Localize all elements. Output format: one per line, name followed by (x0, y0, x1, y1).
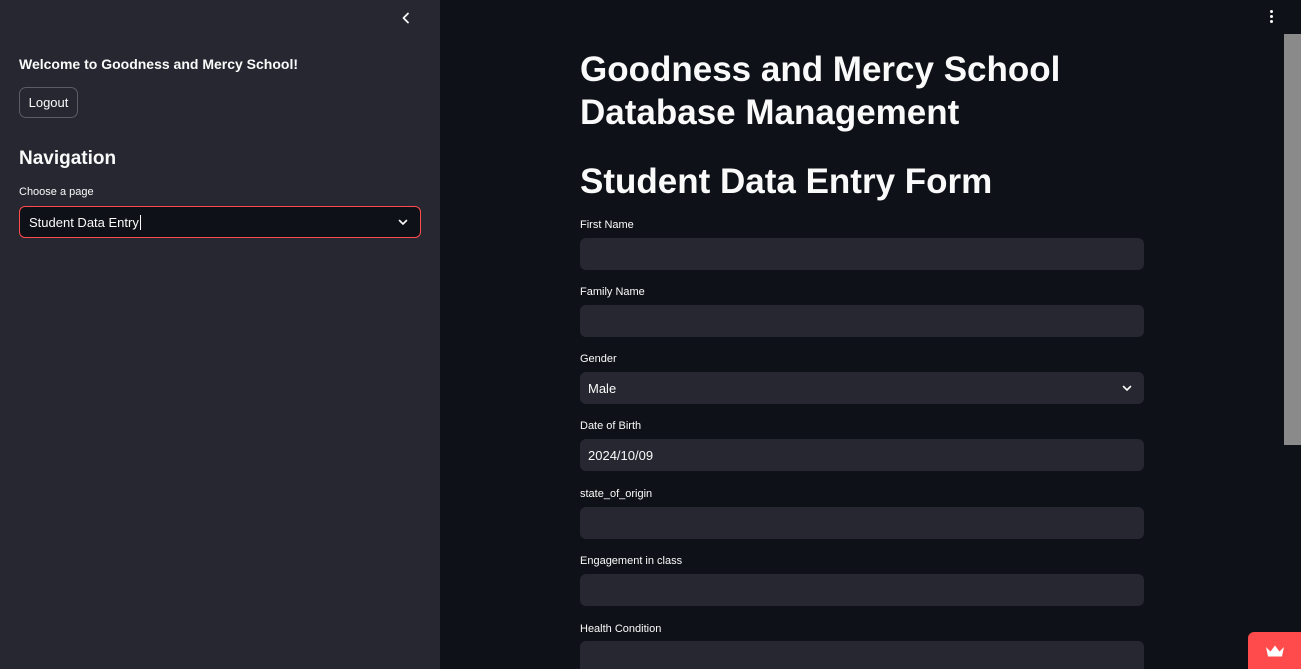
main-menu-button[interactable] (1262, 7, 1280, 25)
logout-button[interactable]: Logout (19, 87, 78, 118)
engagement-input[interactable] (580, 574, 1144, 606)
first-name-input[interactable] (580, 238, 1144, 270)
dot (1269, 19, 1273, 23)
streamlit-badge[interactable] (1248, 632, 1301, 669)
form-title: Student Data Entry Form (580, 162, 993, 201)
date-of-birth-label: Date of Birth (580, 420, 642, 432)
family-name-input[interactable] (580, 305, 1144, 337)
first-name-label: First Name (580, 219, 634, 231)
collapse-sidebar-button[interactable] (396, 8, 416, 28)
chevron-down-icon (398, 219, 408, 225)
page-select-label: Choose a page (19, 186, 94, 198)
dot (1269, 14, 1273, 18)
gender-select[interactable]: Male (580, 372, 1144, 404)
gender-select-value: Male (588, 380, 617, 396)
chevron-down-icon (1122, 385, 1132, 391)
gender-label: Gender (580, 353, 617, 365)
state-of-origin-input[interactable] (580, 507, 1144, 539)
sidebar: Welcome to Goodness and Mercy School! Lo… (0, 0, 440, 669)
dot (1269, 9, 1273, 13)
state-of-origin-label: state_of_origin (580, 488, 653, 500)
family-name-label: Family Name (580, 286, 645, 298)
page-title: Goodness and Mercy School Database Manag… (580, 50, 1061, 132)
crown-icon (1265, 645, 1284, 656)
health-condition-label: Health Condition (580, 623, 662, 635)
page-select-value: Student Data Entry (29, 214, 139, 230)
welcome-message: Welcome to Goodness and Mercy School! (19, 56, 299, 72)
page-select[interactable]: Student Data Entry (19, 206, 421, 238)
text-cursor (139, 214, 141, 230)
date-of-birth-input[interactable]: 2024/10/09 (580, 439, 1144, 471)
navigation-heading: Navigation (19, 148, 117, 169)
chevron-left-icon (402, 12, 409, 24)
scrollbar-thumb[interactable] (1284, 34, 1301, 445)
engagement-label: Engagement in class (580, 555, 683, 567)
health-condition-input[interactable] (580, 641, 1144, 669)
